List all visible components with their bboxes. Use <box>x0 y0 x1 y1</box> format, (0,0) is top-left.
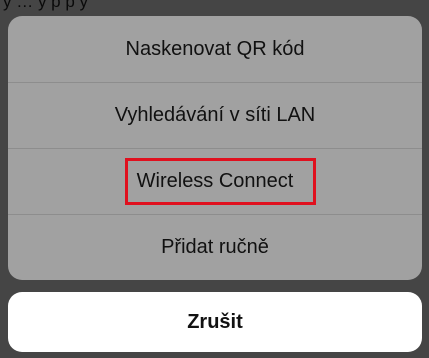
wireless-connect-label: Wireless Connect <box>136 170 294 192</box>
add-manually-option[interactable]: Přidat ručně <box>8 214 422 280</box>
cancel-label: Zrušit <box>187 310 243 333</box>
add-manually-label: Přidat ručně <box>161 236 269 258</box>
lan-search-label: Vyhledávání v síti LAN <box>114 104 316 126</box>
wireless-connect-option[interactable]: Wireless Connect <box>8 148 422 214</box>
cancel-button[interactable]: Zrušit <box>8 292 422 352</box>
backdrop-cut-off-text: y … y p p y <box>3 0 89 11</box>
lan-search-option[interactable]: Vyhledávání v síti LAN <box>8 82 422 148</box>
scan-qr-code-label: Naskenovat QR kód <box>125 37 305 60</box>
scan-qr-code-option[interactable]: Naskenovat QR kód <box>8 16 422 82</box>
action-sheet-group: Naskenovat QR kód Vyhledávání v síti LAN… <box>8 16 422 280</box>
